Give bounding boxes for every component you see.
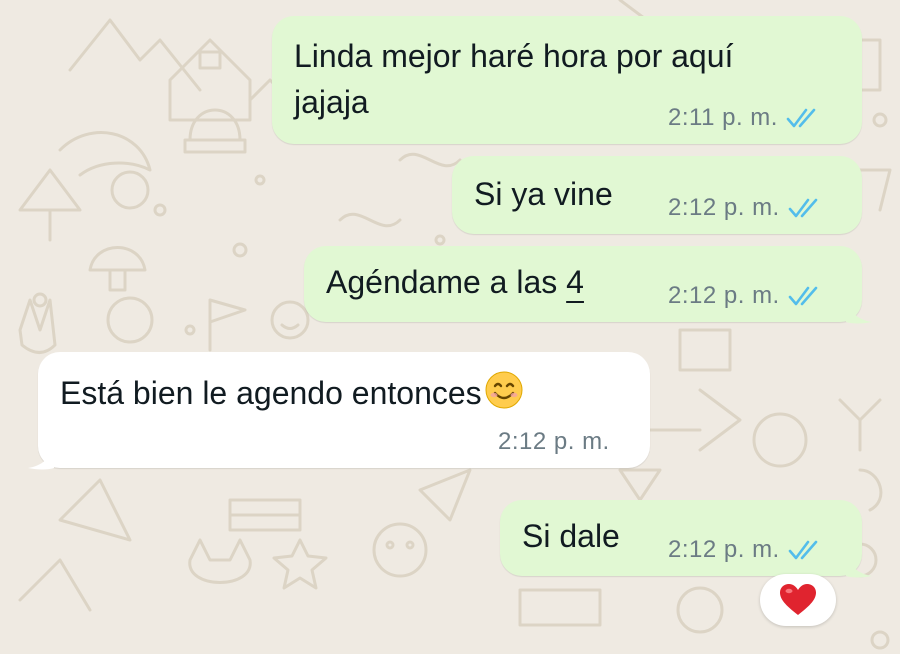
message-meta: 2:12 p. m. <box>668 282 822 310</box>
smiling-face-icon <box>485 371 523 409</box>
bubble-tail <box>846 300 872 324</box>
message-reaction[interactable] <box>760 574 836 626</box>
message-meta: 2:12 p. m. <box>498 428 610 456</box>
message-time: 2:12 p. m. <box>668 194 780 221</box>
outgoing-message-bubble[interactable]: Si dale 2:12 p. m. <box>500 500 862 576</box>
message-meta: 2:11 p. m. <box>668 104 820 132</box>
message-text: Agéndame a las 4 <box>326 262 584 302</box>
outgoing-message-bubble[interactable]: Linda mejor haré hora por aquí jajaja 2:… <box>272 16 862 144</box>
message-text: Si dale <box>522 518 620 554</box>
bubble-tail <box>28 446 54 470</box>
message-text-body: Está bien le agendo entonces <box>60 375 482 411</box>
double-check-read-icon <box>788 198 818 218</box>
message-text-prefix: Agéndame a las <box>326 264 567 300</box>
double-check-read-icon <box>788 540 818 560</box>
message-time: 2:12 p. m. <box>498 428 610 455</box>
message-time: 2:11 p. m. <box>668 104 778 131</box>
double-check-read-icon <box>788 286 818 306</box>
message-text: Si ya vine <box>474 176 613 212</box>
message-text: jajaja <box>294 84 369 120</box>
detected-number-link[interactable]: 4 <box>566 264 584 300</box>
outgoing-message-bubble[interactable]: Si ya vine 2:12 p. m. <box>452 156 862 234</box>
message-time: 2:12 p. m. <box>668 536 780 563</box>
bubble-tail <box>846 554 872 578</box>
message-meta: 2:12 p. m. <box>668 194 822 222</box>
incoming-message-bubble[interactable]: Está bien le agendo entonces 2:12 p. m. <box>38 352 650 468</box>
message-text: Linda mejor haré hora por aquí <box>294 38 734 74</box>
message-time: 2:12 p. m. <box>668 282 780 309</box>
message-meta: 2:12 p. m. <box>668 536 822 564</box>
message-text: Está bien le agendo entonces <box>60 370 524 413</box>
outgoing-message-bubble[interactable]: Agéndame a las 4 2:12 p. m. <box>304 246 862 322</box>
red-heart-icon <box>780 584 816 615</box>
double-check-read-icon <box>786 108 816 128</box>
